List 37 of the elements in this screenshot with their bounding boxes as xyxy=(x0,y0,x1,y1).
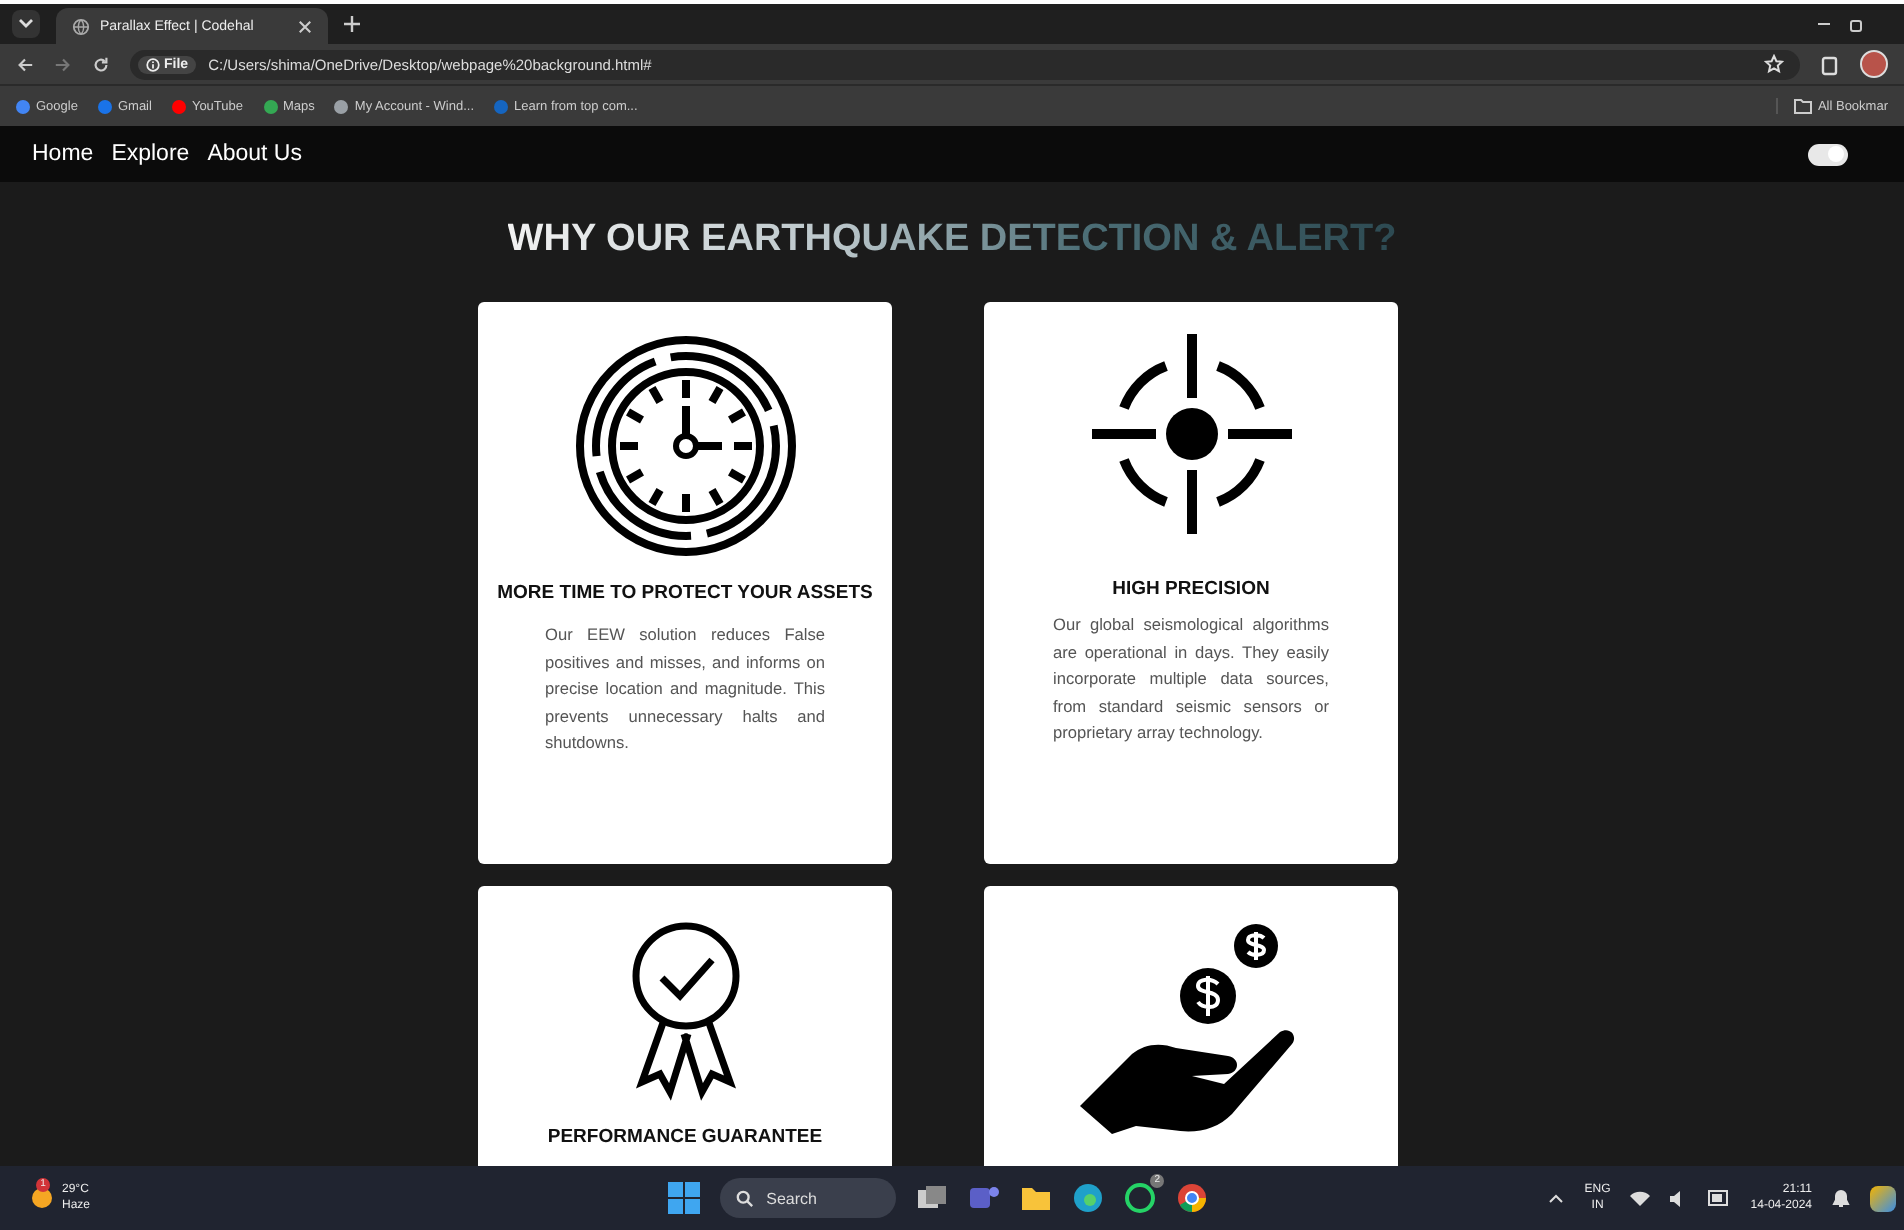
new-tab-icon[interactable] xyxy=(344,16,360,32)
crosshair-icon xyxy=(1087,330,1295,538)
card-title: MORE TIME TO PROTECT YOUR ASSETS xyxy=(497,582,873,604)
bell-icon[interactable] xyxy=(1832,1188,1850,1208)
search-icon xyxy=(736,1189,755,1207)
taskbar-search-field[interactable]: Search xyxy=(720,1178,897,1218)
profile-avatar[interactable] xyxy=(1860,50,1888,78)
restore-icon[interactable] xyxy=(1848,16,1864,32)
star-icon[interactable] xyxy=(1764,54,1784,74)
clock-icon xyxy=(573,334,797,558)
nav-link[interactable]: About Us xyxy=(207,142,302,166)
section-heading: WHY OUR EARTHQUAKE DETECTION & ALERT? xyxy=(507,218,1397,262)
close-icon[interactable] xyxy=(298,19,312,33)
theme-toggle[interactable] xyxy=(1808,143,1848,165)
award-ribbon-icon xyxy=(629,922,741,1106)
card-title: PERFORMANCE GUARANTEE xyxy=(547,1126,823,1148)
tab-search-button[interactable] xyxy=(12,10,40,38)
card-title: HIGH PRECISION xyxy=(1112,578,1270,600)
battery-icon[interactable] xyxy=(1708,1190,1731,1206)
info-icon xyxy=(146,57,160,71)
chrome-icon[interactable] xyxy=(1176,1182,1209,1214)
folder-icon xyxy=(1793,98,1812,114)
globe-icon xyxy=(72,17,90,35)
card-description: Our global seismological algorithms are operational in days. They easily incorporate multiple data sources, from standard seismic sensors or proprietary array technology. xyxy=(1053,612,1329,747)
teams-icon[interactable] xyxy=(968,1182,1001,1214)
wifi-icon[interactable] xyxy=(1630,1189,1651,1207)
nav-link[interactable]: Explore xyxy=(111,142,190,166)
back-icon[interactable] xyxy=(16,55,34,73)
chevron-up-icon[interactable] xyxy=(1548,1192,1565,1204)
windows-start-icon[interactable] xyxy=(668,1182,701,1214)
card-description: Our EEW solution reduces False positives and misses, and informs on precise location and magnitude. This prevents unnecessary halts and shutdowns. xyxy=(545,622,825,757)
folder-icon[interactable] xyxy=(1020,1182,1053,1214)
nav-link[interactable]: Home xyxy=(32,142,94,166)
chevron-down-icon xyxy=(18,18,34,30)
forward-icon[interactable] xyxy=(54,55,72,73)
reload-icon[interactable] xyxy=(92,55,110,73)
task-view-icon[interactable] xyxy=(916,1182,949,1214)
